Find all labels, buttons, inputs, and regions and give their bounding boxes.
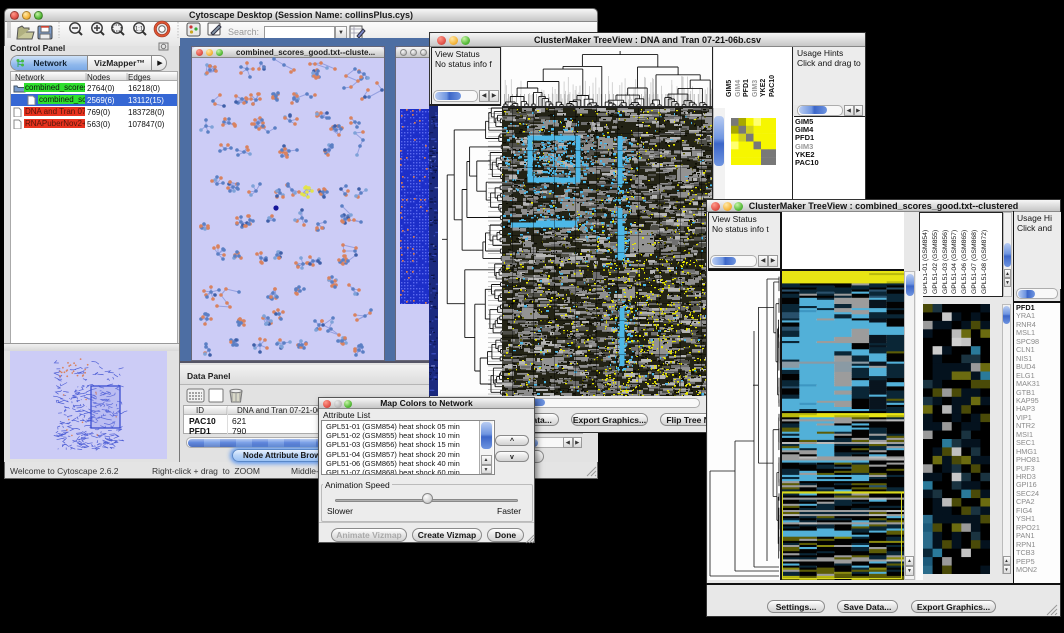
svg-text:1:1: 1:1 (135, 27, 144, 33)
